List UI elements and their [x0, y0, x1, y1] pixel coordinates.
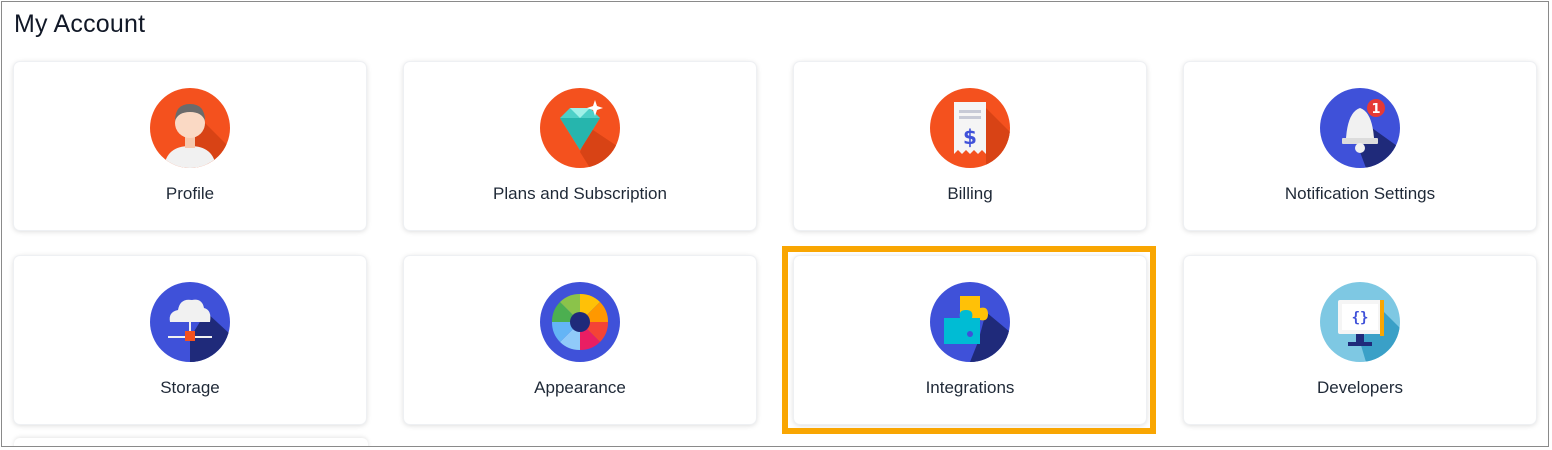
- code-monitor-icon: {}: [1320, 282, 1400, 362]
- card-profile[interactable]: Profile: [14, 62, 366, 230]
- card-plans-and-subscription[interactable]: Plans and Subscription: [404, 62, 756, 230]
- color-wheel-icon: [540, 282, 620, 362]
- my-account-panel: My Account Profile Plans and Subscriptio…: [1, 1, 1549, 447]
- card-label: Billing: [947, 184, 993, 203]
- card-label: Integrations: [925, 378, 1015, 397]
- card-label: Storage: [160, 378, 220, 397]
- card-integrations[interactable]: Integrations: [794, 256, 1146, 424]
- card-label: Notification Settings: [1284, 184, 1436, 203]
- bell-icon: 1: [1320, 88, 1400, 168]
- next-row-card-edge: [14, 438, 368, 446]
- diamond-icon: [540, 88, 620, 168]
- svg-text:{}: {}: [1352, 310, 1369, 326]
- card-label: Plans and Subscription: [493, 184, 667, 203]
- cloud-storage-icon: [150, 282, 230, 362]
- page-title: My Account: [14, 10, 146, 38]
- card-label: Developers: [1317, 378, 1403, 397]
- profile-icon: [150, 88, 230, 168]
- card-label: Appearance: [534, 378, 626, 397]
- svg-text:$: $: [963, 125, 977, 149]
- card-notification-settings[interactable]: 1 Notification Settings: [1184, 62, 1536, 230]
- card-storage[interactable]: Storage: [14, 256, 366, 424]
- card-billing[interactable]: $ Billing: [794, 62, 1146, 230]
- receipt-icon: $: [930, 88, 1010, 168]
- card-label: Profile: [165, 184, 215, 203]
- card-appearance[interactable]: Appearance: [404, 256, 756, 424]
- card-developers[interactable]: {} Developers: [1184, 256, 1536, 424]
- svg-text:1: 1: [1371, 102, 1380, 117]
- puzzle-icon: [930, 282, 1010, 362]
